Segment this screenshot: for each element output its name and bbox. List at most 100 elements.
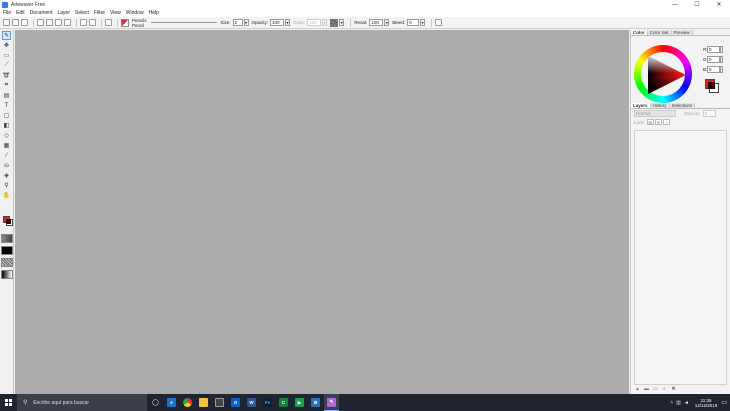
menu-filter[interactable]: Filter xyxy=(94,10,105,16)
word-icon[interactable]: W xyxy=(244,394,259,411)
transform-tool-icon[interactable]: ▤ xyxy=(2,91,11,100)
menu-edit[interactable]: Edit xyxy=(16,10,25,16)
move-tool-icon[interactable]: ✥ xyxy=(2,41,11,50)
lasso-tool-icon[interactable]: ➰ xyxy=(2,71,11,80)
store-icon[interactable] xyxy=(212,394,227,411)
current-colors[interactable] xyxy=(705,79,719,93)
pencil-tool-icon[interactable] xyxy=(105,19,112,26)
r-spinner[interactable] xyxy=(720,46,723,53)
g-spinner[interactable] xyxy=(720,56,723,63)
menu-layer[interactable]: Layer xyxy=(57,10,70,16)
redo-icon[interactable] xyxy=(89,19,96,26)
close-button[interactable]: ✕ xyxy=(708,0,730,9)
layer-list[interactable] xyxy=(634,130,727,385)
settings-icon[interactable]: ⚙ xyxy=(308,394,323,411)
gradient-swatch[interactable] xyxy=(1,270,13,279)
color-swatches[interactable] xyxy=(3,216,13,226)
volume-icon[interactable]: ◄ xyxy=(684,400,689,406)
task-view-icon[interactable]: ◯ xyxy=(148,394,163,411)
texture-dropdown[interactable]: ▾ xyxy=(339,19,345,26)
open-icon[interactable] xyxy=(12,19,19,26)
camtasia-icon[interactable]: C xyxy=(276,394,291,411)
fill-tool-icon[interactable]: ◈ xyxy=(2,171,11,180)
photoshop-icon[interactable]: Ps xyxy=(260,394,275,411)
brush-preset-selector[interactable]: Pencils Pencil xyxy=(132,18,147,28)
pencil-tool-icon[interactable]: ✎ xyxy=(2,31,11,40)
hand-tool-icon[interactable]: ✋ xyxy=(2,191,11,200)
tab-layers[interactable]: Layers xyxy=(631,103,651,108)
b-spinner[interactable] xyxy=(720,66,723,73)
b-input[interactable]: 0 xyxy=(707,66,720,73)
undo-icon[interactable] xyxy=(80,19,87,26)
paper-swatch[interactable] xyxy=(1,234,13,243)
bleed-dropdown[interactable]: ▾ xyxy=(420,19,426,26)
tray-chevron-icon[interactable]: ˄ xyxy=(670,400,673,406)
green-app-icon[interactable]: ▶ xyxy=(292,394,307,411)
eraser-tool-icon[interactable]: ◇ xyxy=(2,131,11,140)
brush-tool-icon[interactable]: ⟋ xyxy=(2,61,11,70)
eyedropper-icon[interactable]: ⁄ xyxy=(2,151,11,160)
tab-color[interactable]: Color xyxy=(631,30,648,35)
layer-add-icon[interactable]: ▲ xyxy=(634,386,641,392)
texture-swatch-left[interactable] xyxy=(1,258,13,267)
cut-icon[interactable] xyxy=(37,19,44,26)
gradient-tool-icon[interactable]: ◧ xyxy=(2,121,11,130)
new-document-icon[interactable] xyxy=(3,19,10,26)
maximize-button[interactable]: ☐ xyxy=(686,0,708,9)
rect-select-icon[interactable]: ▭ xyxy=(2,51,11,60)
outlook-icon[interactable]: O xyxy=(228,394,243,411)
texture-swatch[interactable] xyxy=(330,18,339,27)
file-explorer-icon[interactable] xyxy=(196,394,211,411)
lock-position-icon[interactable]: ✥ xyxy=(654,119,662,125)
r-input[interactable]: 0 xyxy=(707,46,720,53)
opacity-input[interactable]: 100 xyxy=(270,19,285,26)
chrome-icon[interactable] xyxy=(180,394,195,411)
menu-select[interactable]: Select xyxy=(75,10,89,16)
stamp-tool-icon[interactable]: ⛀ xyxy=(2,161,11,170)
crop-icon[interactable] xyxy=(64,19,71,26)
clone-tool-icon[interactable]: ▦ xyxy=(2,141,11,150)
opacity-dropdown[interactable]: ▾ xyxy=(285,19,291,26)
grain-dropdown[interactable]: ▾ xyxy=(322,19,328,26)
copy-icon[interactable] xyxy=(46,19,53,26)
tab-selections[interactable]: Selections xyxy=(669,103,696,108)
layer-style-icon[interactable]: ◐ xyxy=(661,386,668,392)
network-icon[interactable]: ▥ xyxy=(676,400,681,406)
menu-view[interactable]: View xyxy=(110,10,121,16)
zoom-tool-icon[interactable]: ⚲ xyxy=(2,181,11,190)
paste-icon[interactable] xyxy=(55,19,62,26)
crop-tool-icon[interactable]: ⌗ xyxy=(2,81,11,90)
menu-help[interactable]: Help xyxy=(149,10,159,16)
layer-trash-icon[interactable]: ✖ xyxy=(670,386,677,392)
resat-dropdown[interactable]: ▾ xyxy=(384,19,390,26)
resat-input[interactable]: 100 xyxy=(369,19,384,26)
bleed-input[interactable]: 0 xyxy=(407,19,420,26)
menu-document[interactable]: Document xyxy=(30,10,53,16)
tab-history[interactable]: History xyxy=(650,103,670,108)
g-input[interactable]: 0 xyxy=(707,56,720,63)
pattern-swatch[interactable] xyxy=(1,246,13,255)
layer-delete-icon[interactable]: ▬ xyxy=(643,386,650,392)
text-tool-icon[interactable]: T xyxy=(2,101,11,110)
size-dropdown[interactable]: ▾ xyxy=(243,19,249,26)
grain-input[interactable]: 100 xyxy=(307,19,322,26)
foreground-color-preview[interactable] xyxy=(705,79,715,89)
start-button[interactable] xyxy=(0,394,17,411)
search-box[interactable]: ⚲ Escribe aquí para buscar xyxy=(17,394,147,411)
layer-folder-icon[interactable]: ▭ xyxy=(652,386,659,392)
artweaver-icon[interactable]: ✎ xyxy=(324,394,339,411)
shape-tool-icon[interactable]: ▢ xyxy=(2,111,11,120)
save-icon[interactable] xyxy=(21,19,28,26)
blend-mode-select[interactable]: Normal xyxy=(634,110,676,117)
tab-preview[interactable]: Preview xyxy=(671,30,693,35)
foreground-color-swatch[interactable] xyxy=(3,216,11,224)
minimize-button[interactable]: — xyxy=(664,0,686,9)
lock-all-icon[interactable]: ▪ xyxy=(662,119,670,125)
brush-preset-icon[interactable] xyxy=(121,18,129,27)
tab-color-set[interactable]: Color Set xyxy=(647,30,672,35)
size-input[interactable]: 2 xyxy=(232,19,243,26)
tool-settings-icon[interactable] xyxy=(435,19,443,26)
edge-icon[interactable]: e xyxy=(164,394,179,411)
canvas-area[interactable] xyxy=(15,30,629,394)
clock[interactable]: 11:36 12/12/2019 xyxy=(695,398,718,408)
